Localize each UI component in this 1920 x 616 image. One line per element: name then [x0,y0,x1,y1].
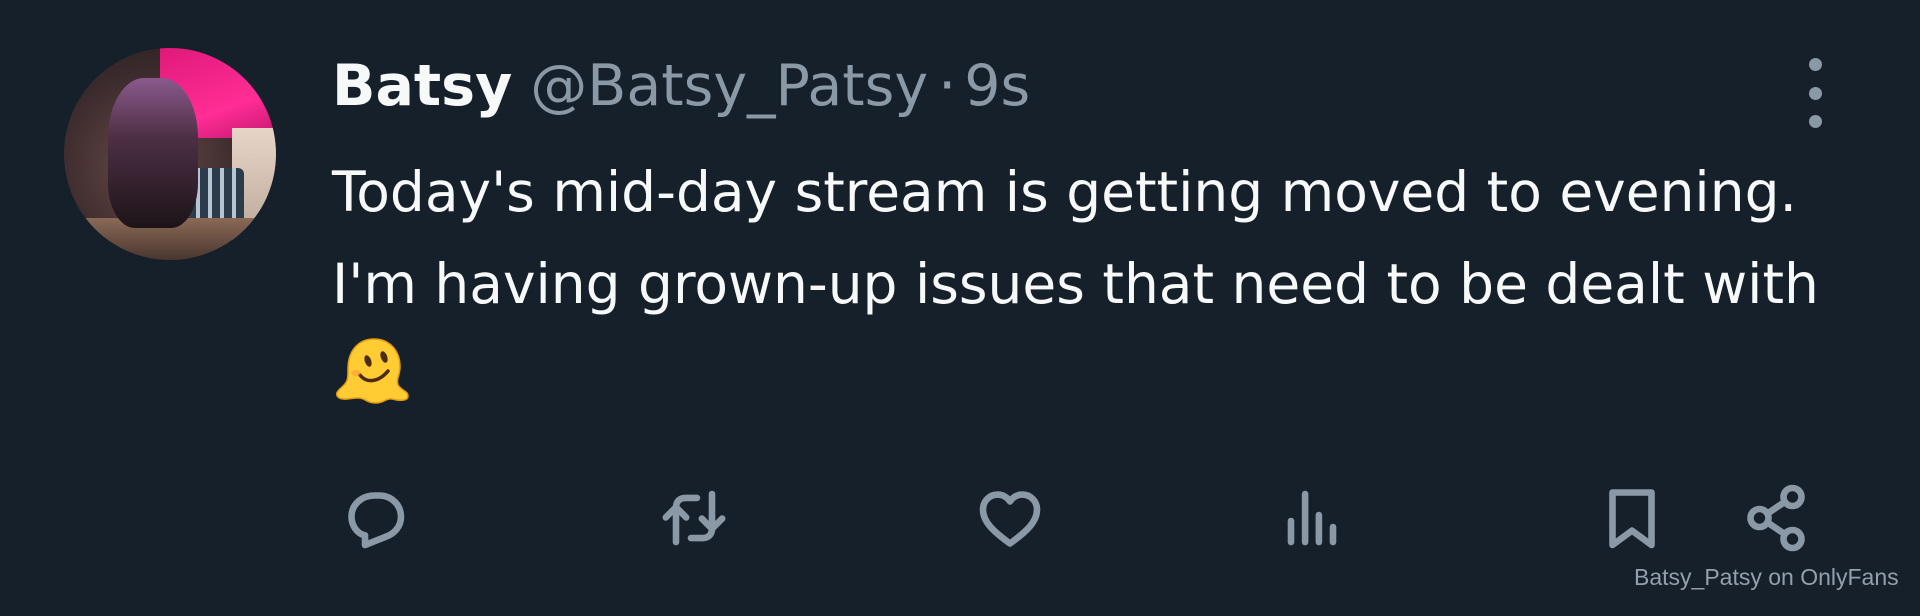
more-dot [1808,115,1822,128]
bookmark-icon [1609,489,1655,549]
more-vertical-icon[interactable] [1790,58,1840,128]
more-dot [1808,86,1822,100]
like-button[interactable] [970,478,1050,558]
tweet-body: Today's mid-day stream is getting moved … [332,160,1819,316]
bookmark-button[interactable] [1592,478,1672,558]
more-dot [1808,58,1822,71]
share-button[interactable] [1736,478,1816,558]
share-icon [1747,484,1805,552]
watermark: Batsy_Patsy on OnlyFans [1634,564,1899,590]
reply-button[interactable] [334,478,414,558]
author-name[interactable]: Batsy [332,46,512,126]
author-handle[interactable]: @Batsy_Patsy [530,46,928,126]
avatar[interactable] [64,48,276,260]
views-button[interactable] [1272,478,1352,558]
heart-icon [979,491,1041,547]
reply-icon [348,492,405,549]
avatar-figure [108,78,198,228]
retweet-button[interactable] [654,478,734,558]
timestamp[interactable]: 9s [964,46,1030,126]
tweet-text: Today's mid-day stream is getting moved … [332,146,1892,422]
retweet-icon [662,490,726,546]
melting-face-emoji [335,338,409,404]
analytics-icon [1287,490,1337,546]
separator-dot: · [938,53,957,119]
tweet-header: Batsy @Batsy_Patsy · 9s [332,46,1030,126]
